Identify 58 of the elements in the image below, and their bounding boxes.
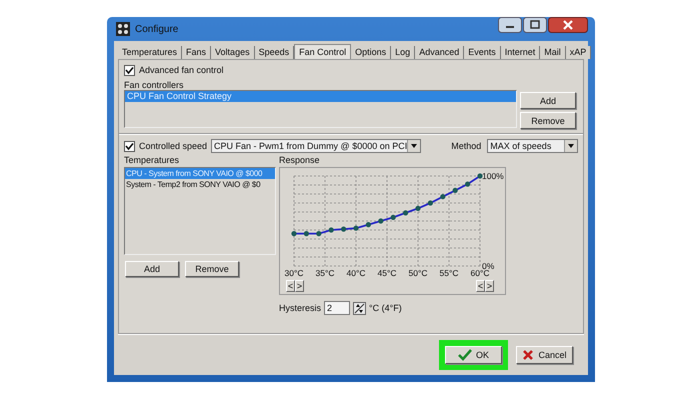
cross-icon — [522, 349, 534, 361]
axis-label: 40°C — [346, 268, 366, 278]
hysteresis-field[interactable]: 2 — [324, 301, 350, 315]
axis-label: 60°C — [470, 268, 490, 278]
remove-button[interactable]: Remove — [520, 112, 576, 129]
curve-point[interactable] — [403, 210, 408, 216]
spin-icon[interactable] — [353, 302, 366, 314]
list-item[interactable]: System - Temp2 from SONY VAIO @ $0 — [125, 179, 275, 190]
axis-label: 0% — [482, 261, 494, 271]
curve-point[interactable] — [353, 226, 359, 231]
curve-point[interactable] — [440, 194, 446, 200]
fan-dropdown[interactable]: CPU Fan - Pwm1 from Dummy @ $0000 on PCI — [211, 139, 422, 153]
method-dropdown[interactable]: MAX of speeds — [487, 139, 578, 153]
close-icon[interactable] — [548, 17, 588, 33]
app-icon — [116, 22, 130, 36]
curve-point[interactable] — [465, 182, 470, 187]
section-label: Fan controllers — [124, 80, 184, 90]
curve-point[interactable] — [477, 173, 483, 179]
axis-label: 50°C — [408, 268, 428, 278]
curve-point[interactable] — [304, 231, 309, 236]
method-label: Method — [451, 141, 482, 151]
ok-button[interactable]: OK — [445, 346, 502, 364]
curve-point[interactable] — [341, 226, 346, 232]
curve-point[interactable] — [328, 227, 334, 233]
axis-label: 100% — [482, 171, 504, 181]
check-icon — [458, 349, 472, 361]
curve-point[interactable] — [452, 188, 458, 193]
maximize-icon[interactable] — [523, 17, 547, 33]
axis-label: 35°C — [316, 268, 334, 278]
axis-label: 30°C — [284, 268, 304, 278]
checkbox-label: Advanced fan control — [139, 65, 224, 75]
add-button[interactable]: Add — [125, 261, 179, 277]
scroll-button[interactable]: > — [485, 280, 494, 292]
checkbox[interactable] — [124, 140, 135, 152]
curve-point[interactable] — [378, 218, 384, 224]
section-label: Response — [279, 155, 321, 165]
checkbox-label: Controlled speed — [139, 141, 208, 151]
minimize-icon[interactable] — [498, 17, 522, 33]
curve-point[interactable] — [415, 206, 421, 211]
remove-button[interactable]: Remove — [185, 261, 239, 277]
cancel-button[interactable]: Cancel — [516, 346, 573, 364]
hysteresis-label: Hysteresis — [279, 303, 322, 313]
axis-label: 55°C — [440, 268, 458, 278]
curve-point[interactable] — [291, 231, 297, 236]
window-title: Configure — [135, 24, 178, 34]
curve-point[interactable] — [316, 231, 322, 236]
axis-label: 45°C — [378, 268, 396, 278]
curve-point[interactable] — [366, 222, 371, 228]
tab[interactable]: Fan Control — [294, 44, 352, 59]
scroll-button[interactable]: > — [295, 280, 304, 292]
add-button[interactable]: Add — [520, 92, 576, 109]
curve-point[interactable] — [390, 214, 396, 220]
scroll-button[interactable]: < — [286, 280, 295, 292]
checkbox[interactable] — [124, 64, 135, 76]
unit-label: °C (4°F) — [369, 303, 402, 313]
curve-point[interactable] — [428, 200, 433, 206]
scroll-button[interactable]: < — [476, 280, 485, 292]
section-label: Temperatures — [124, 155, 180, 165]
